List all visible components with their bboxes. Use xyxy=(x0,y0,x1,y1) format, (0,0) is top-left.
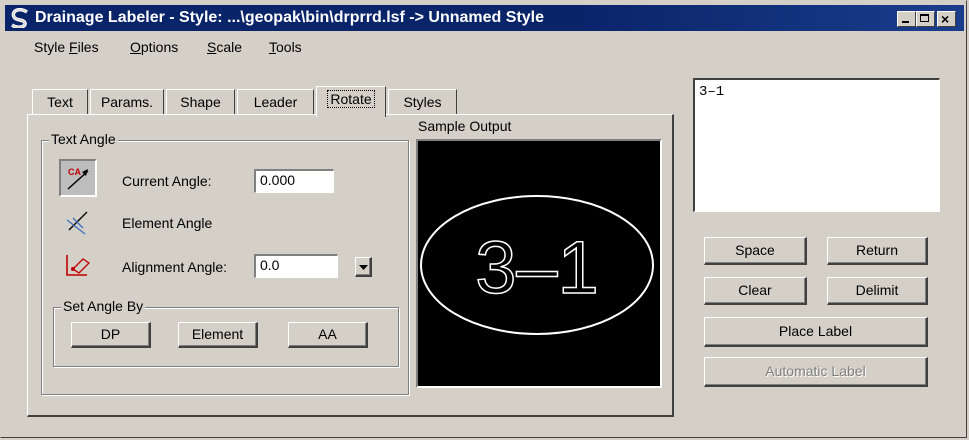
tab-leader[interactable]: Leader xyxy=(237,89,314,115)
current-angle-icon: CA xyxy=(67,167,89,190)
chevron-down-icon xyxy=(358,265,368,270)
set-angle-element-button[interactable]: Element xyxy=(178,322,258,348)
set-angle-by-group-label: Set Angle By xyxy=(61,298,146,314)
sample-output-canvas: 3–1 xyxy=(420,195,654,335)
menu-scale[interactable]: Scale xyxy=(207,39,242,55)
sample-label-text: 3–1 xyxy=(475,226,598,309)
text-angle-group-label: Text Angle xyxy=(49,131,118,147)
title-bar[interactable]: Drainage Labeler - Style: ...\geopak\bin… xyxy=(5,5,964,31)
svg-text:CA: CA xyxy=(68,167,81,177)
space-button[interactable]: Space xyxy=(704,237,807,265)
alignment-angle-dropdown-button[interactable] xyxy=(355,257,372,277)
maximize-button[interactable] xyxy=(916,11,935,27)
menu-label: Options xyxy=(130,39,179,55)
alignment-angle-label: Alignment Angle: xyxy=(122,259,228,275)
alignment-angle-icon xyxy=(66,255,91,276)
menu-label: Scale xyxy=(207,39,243,55)
app-window: Drainage Labeler - Style: ...\geopak\bin… xyxy=(0,0,967,438)
tab-label: Rotate xyxy=(327,90,375,108)
current-angle-field[interactable]: 0.000 xyxy=(254,169,334,193)
tab-shape[interactable]: Shape xyxy=(166,89,235,115)
element-angle-icon xyxy=(66,211,88,235)
tab-params[interactable]: Params. xyxy=(90,89,164,115)
label-text-area[interactable]: 3–1 xyxy=(693,78,940,212)
tab-label: Params. xyxy=(100,94,154,110)
element-angle-label: Element Angle xyxy=(122,215,213,231)
minimize-icon xyxy=(902,21,909,23)
menu-label: Tools xyxy=(269,39,302,55)
alignment-angle-mode-button[interactable] xyxy=(63,249,95,279)
maximize-icon xyxy=(920,14,929,22)
alignment-angle-field[interactable]: 0.0 xyxy=(254,254,338,278)
current-angle-label: Current Angle: xyxy=(122,173,212,189)
menu-options[interactable]: Options xyxy=(130,39,178,55)
tab-styles[interactable]: Styles xyxy=(388,89,457,115)
element-angle-mode-button[interactable] xyxy=(63,208,95,236)
window-title: Drainage Labeler - Style: ...\geopak\bin… xyxy=(35,9,545,26)
menu-style-files[interactable]: Style Files xyxy=(34,39,99,55)
automatic-label-button: Automatic Label xyxy=(704,357,928,387)
sample-output-label: Sample Output xyxy=(418,118,512,134)
clear-button[interactable]: Clear xyxy=(704,277,807,305)
tab-label: Leader xyxy=(253,94,298,110)
tab-text[interactable]: Text xyxy=(32,89,88,115)
tab-label: Styles xyxy=(403,94,442,110)
menu-label: Style Files xyxy=(34,39,99,55)
return-button[interactable]: Return xyxy=(827,237,928,265)
set-angle-aa-button[interactable]: AA xyxy=(288,322,368,348)
app-logo-icon xyxy=(11,8,28,28)
sample-output-preview: 3–1 xyxy=(416,139,662,388)
current-angle-mode-button[interactable]: CA xyxy=(59,159,97,197)
menu-tools[interactable]: Tools xyxy=(269,39,302,55)
delimit-button[interactable]: Delimit xyxy=(827,277,928,305)
minimize-button[interactable] xyxy=(897,11,916,27)
place-label-button[interactable]: Place Label xyxy=(704,317,928,347)
close-icon: × xyxy=(941,11,950,27)
tab-label: Shape xyxy=(180,94,221,110)
set-angle-dp-button[interactable]: DP xyxy=(71,322,151,348)
tab-rotate[interactable]: Rotate xyxy=(316,86,386,117)
tab-label: Text xyxy=(47,94,73,110)
close-button[interactable]: × xyxy=(937,11,956,27)
